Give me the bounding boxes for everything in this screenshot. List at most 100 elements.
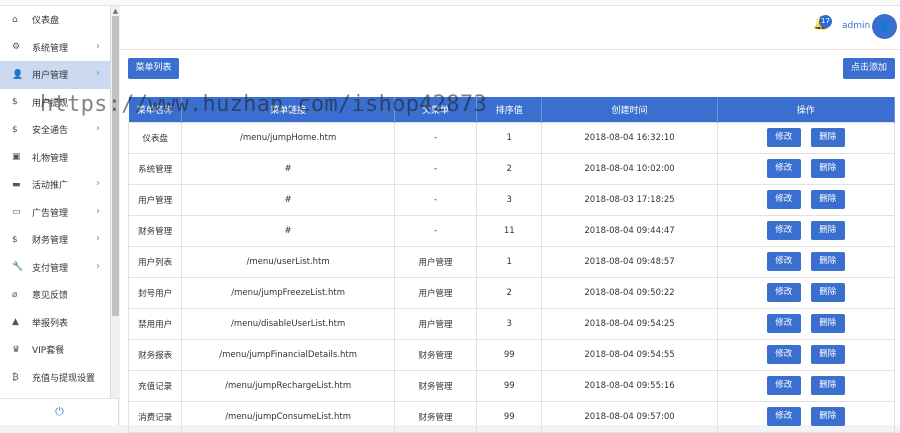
scroll-up-arrow-icon[interactable]: ▲ [111,6,120,16]
dollar-icon: $ [12,124,18,135]
sidebar-item[interactable]: 🔧 支付管理 › [0,254,118,282]
edit-button[interactable]: 修改 [766,128,801,147]
delete-button[interactable]: 删除 [810,407,845,426]
sidebar-item[interactable]: $ 财务管理 › [0,226,118,254]
sidebar-item-label: VIP套餐 [32,346,65,357]
cell-actions: 修改 删除 [716,121,896,154]
edit-button[interactable]: 修改 [766,252,801,271]
delete-button[interactable]: 删除 [810,221,845,240]
sidebar-item-label: 举报列表 [32,318,69,329]
sidebar-item-label: 支付管理 [32,263,69,274]
sidebar-item-label: 财务管理 [32,236,69,247]
cell-actions: 修改 删除 [716,214,896,247]
paperclip-icon: ⌀ [12,289,18,300]
delete-button[interactable]: 删除 [810,252,845,271]
cell-name: 用户列表 [127,245,183,278]
cell-parent: 财务管理 [394,400,478,433]
add-button[interactable]: 点击添加 [843,58,895,79]
cell-created: 2018-08-03 17:18:25 [541,183,718,216]
cell-name: 仪表盘 [127,121,183,154]
chevron-right-icon: › [96,233,100,244]
sidebar-item[interactable]: ▣ 礼物管理 [0,144,118,172]
sidebar-scrollbar[interactable]: ▲ [110,6,119,398]
cell-actions: 修改 删除 [716,183,896,216]
vip-icon: ♛ [12,344,21,355]
table-row: 消费记录/menu/jumpConsumeList.htm 财务管理 99 2018-… [127,400,896,433]
sidebar-item[interactable]: ⌂ 仪表盘 [0,6,118,34]
cell-created: 2018-08-04 09:50:22 [541,276,718,309]
cell-actions: 修改 删除 [716,338,896,371]
cell-order: 3 [476,307,543,340]
cell-parent: - [394,152,478,185]
edit-button[interactable]: 修改 [766,159,801,178]
cell-created: 2018-08-04 09:57:00 [541,400,718,433]
edit-button[interactable]: 修改 [766,221,801,240]
sidebar-item[interactable]: ⌀ 意见反馈 [0,281,118,309]
edit-button[interactable]: 修改 [766,376,801,395]
notification-bell-icon[interactable]: 🔔 17 [813,15,835,38]
cell-order: 2 [476,276,543,309]
cell-created: 2018-08-04 09:44:47 [541,214,718,247]
sidebar-item[interactable]: ▲ 举报列表 [0,309,118,337]
cell-created: 2018-08-04 09:54:25 [541,307,718,340]
cell-parent: 财务管理 [394,338,478,371]
cell-created: 2018-08-04 09:48:57 [541,245,718,278]
sidebar-item[interactable]: $ 安全通告 › [0,116,118,144]
avatar[interactable]: 👤 [872,14,897,39]
cell-parent: - [394,183,478,216]
table-row: 用户列表/menu/userList.htm 用户管理 1 2018-08-04 09… [127,245,896,278]
chevron-right-icon: › [96,205,100,217]
cogs-icon: ⚙ [12,42,21,53]
edit-button[interactable]: 修改 [766,314,801,333]
table-row: 用户管理 # -3 2018-08-03 17:18:25 修改 删除 [127,183,896,216]
cell-url: /menu/jumpFinancialDetails.htm [181,338,396,371]
delete-button[interactable]: 删除 [810,314,845,333]
delete-button[interactable]: 删除 [810,345,845,364]
edit-button[interactable]: 修改 [766,407,801,426]
user-icon: 👤 [12,69,24,80]
sidebar-item[interactable]: ₿ 充值与提现设置 [0,364,118,392]
cell-name: 消费记录 [127,400,183,433]
cell-created: 2018-08-04 09:55:16 [541,369,718,402]
cell-order: 11 [476,214,543,247]
edit-button[interactable]: 修改 [766,283,801,302]
delete-button[interactable]: 删除 [810,159,845,178]
sidebar-item[interactable]: 👤 用户管理 › [0,61,118,89]
folder-icon: ▬ [12,179,21,190]
home-icon: ⌂ [12,14,18,25]
gift-icon: ▣ [12,152,21,163]
table-row: 充值记录/menu/jumpRechargeList.htm 财务管理 99 2018… [127,369,896,402]
table-row: 封号用户/menu/jumpFreezeList.htm 用户管理 2 2018-08… [127,276,896,309]
menu-list-button[interactable]: 菜单列表 [128,58,179,79]
edit-button[interactable]: 修改 [766,345,801,364]
power-icon[interactable]: ⏻ [0,398,119,425]
bitcoin-icon: ₿ [12,372,19,383]
delete-button[interactable]: 删除 [810,190,845,209]
cell-url: /menu/jumpFreezeList.htm [181,276,396,309]
notification-count-badge: 17 [819,15,832,28]
cell-created: 2018-08-04 10:02:00 [541,152,718,185]
cell-url: # [181,214,396,247]
cell-actions: 修改 删除 [716,245,896,278]
cell-order: 99 [476,338,543,371]
cell-parent: - [394,214,478,247]
sidebar-item[interactable]: ⚙ 系统管理 › [0,34,118,62]
sidebar-item[interactable]: ▭ 广告管理 › [0,199,118,227]
cell-url: # [181,183,396,216]
monitor-icon: ▭ [12,207,21,218]
edit-button[interactable]: 修改 [766,190,801,209]
username-link[interactable]: admin [842,21,870,31]
delete-button[interactable]: 删除 [810,128,845,147]
table-row: 禁用用户/menu/disableUserList.htm 用户管理 3 2018-0… [127,307,896,340]
cell-name: 禁用用户 [127,307,183,340]
cell-order: 99 [476,400,543,433]
cell-actions: 修改 删除 [716,369,896,402]
sidebar-item[interactable]: ▬ 活动推广 › [0,171,118,199]
cell-order: 2 [476,152,543,185]
cell-actions: 修改 删除 [716,152,896,185]
delete-button[interactable]: 删除 [810,376,845,395]
top-header: 🔔 17 admin 👤 [120,6,900,49]
delete-button[interactable]: 删除 [810,283,845,302]
scrollbar-thumb[interactable] [112,16,119,316]
sidebar-item[interactable]: ♛ VIP套餐 [0,336,118,364]
